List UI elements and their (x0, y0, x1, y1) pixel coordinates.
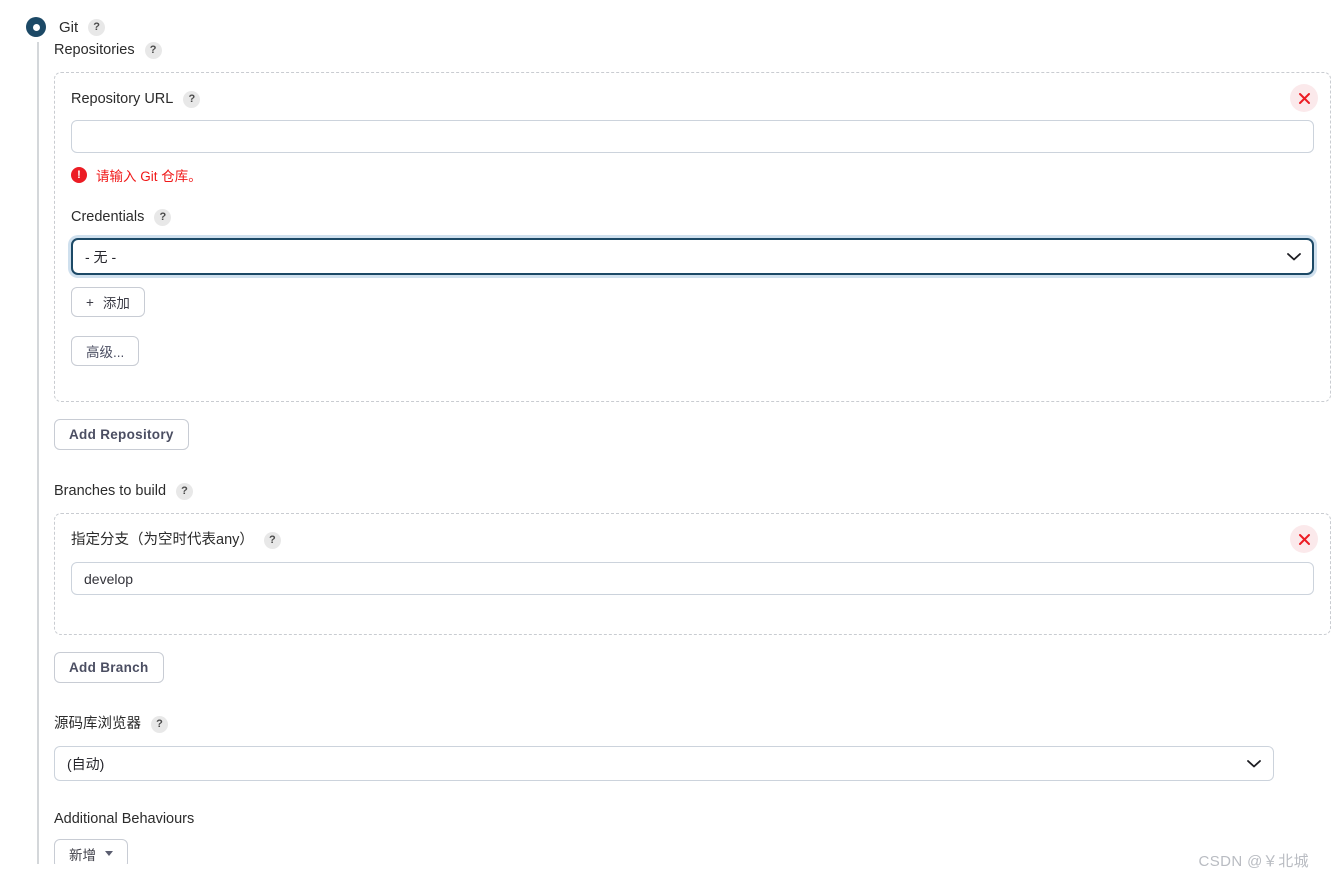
credentials-select[interactable]: - 无 - (71, 238, 1314, 275)
scm-option-git-row[interactable]: Git ? (0, 0, 1331, 42)
help-icon-repository-browser[interactable]: ? (151, 716, 168, 733)
repositories-label: Repositories (54, 42, 135, 59)
repository-browser-label-row: 源码库浏览器 ? (54, 716, 1331, 733)
close-x-icon (1298, 92, 1310, 104)
add-branch-row: Add Branch (54, 652, 1331, 683)
repository-browser-select[interactable]: (自动) (54, 746, 1274, 781)
add-branch-button[interactable]: Add Branch (54, 652, 164, 683)
git-scm-config-page: Git ? Repositories ? Repository URL ? ! (0, 0, 1331, 880)
branch-panel: 指定分支（为空时代表any） ? (54, 513, 1331, 635)
add-credential-button[interactable]: + 添加 (71, 287, 145, 317)
add-repository-row: Add Repository (54, 419, 1331, 450)
error-icon: ! (71, 167, 87, 183)
credentials-label: Credentials (71, 209, 145, 226)
plus-icon: + (86, 294, 94, 310)
help-icon-credentials[interactable]: ? (154, 209, 172, 226)
add-credential-row: + 添加 (71, 287, 1314, 317)
help-icon-repositories[interactable]: ? (144, 42, 162, 59)
close-x-icon (1298, 533, 1310, 545)
help-icon-git[interactable]: ? (88, 18, 106, 36)
additional-behaviours-label: Additional Behaviours (54, 811, 195, 827)
radio-git[interactable] (26, 17, 46, 37)
repository-url-error-text: 请输入 Git 仓库。 (96, 169, 202, 184)
branches-label: Branches to build (54, 483, 167, 500)
page-bottom-strip (0, 864, 1331, 880)
repository-url-input[interactable] (71, 120, 1314, 153)
additional-behaviours-label-row: Additional Behaviours (54, 812, 1331, 827)
branches-label-row: Branches to build ? (54, 483, 1331, 500)
add-repository-button[interactable]: Add Repository (54, 419, 189, 450)
delete-repository-button[interactable] (1290, 84, 1318, 112)
watermark: CSDN @￥北城 (1198, 853, 1309, 870)
repository-browser-label: 源码库浏览器 (54, 716, 141, 733)
caret-down-icon (105, 851, 113, 856)
help-icon-repository-url[interactable]: ? (183, 91, 201, 108)
credentials-label-row: Credentials ? (71, 209, 1314, 226)
add-credential-label: 添加 (102, 296, 130, 311)
advanced-button[interactable]: 高级... (71, 336, 140, 366)
git-settings-section: Repositories ? Repository URL ? ! 请输入 Gi… (37, 42, 1331, 869)
repository-url-label: Repository URL (71, 91, 174, 108)
repository-browser-select-wrap: (自动) (54, 746, 1274, 781)
branch-spec-label-row: 指定分支（为空时代表any） ? (71, 532, 1314, 549)
credentials-select-wrap: - 无 - (71, 238, 1314, 275)
delete-branch-button[interactable] (1290, 525, 1318, 553)
repositories-label-row: Repositories ? (54, 42, 1331, 59)
scm-option-git-label: Git (59, 18, 79, 36)
advanced-row: 高级... (71, 336, 1314, 366)
branch-spec-input[interactable] (71, 562, 1314, 595)
repository-url-error: ! 请输入 Git 仓库。 (71, 165, 1314, 185)
repository-panel: Repository URL ? ! 请输入 Git 仓库。 Credentia… (54, 72, 1331, 402)
help-icon-branch-spec[interactable]: ? (263, 532, 281, 549)
help-icon-branches[interactable]: ? (176, 483, 194, 500)
repository-url-label-row: Repository URL ? (71, 91, 1314, 108)
additional-behaviours-add-label: 新增 (69, 847, 96, 863)
branch-spec-label: 指定分支（为空时代表any） (71, 532, 254, 549)
